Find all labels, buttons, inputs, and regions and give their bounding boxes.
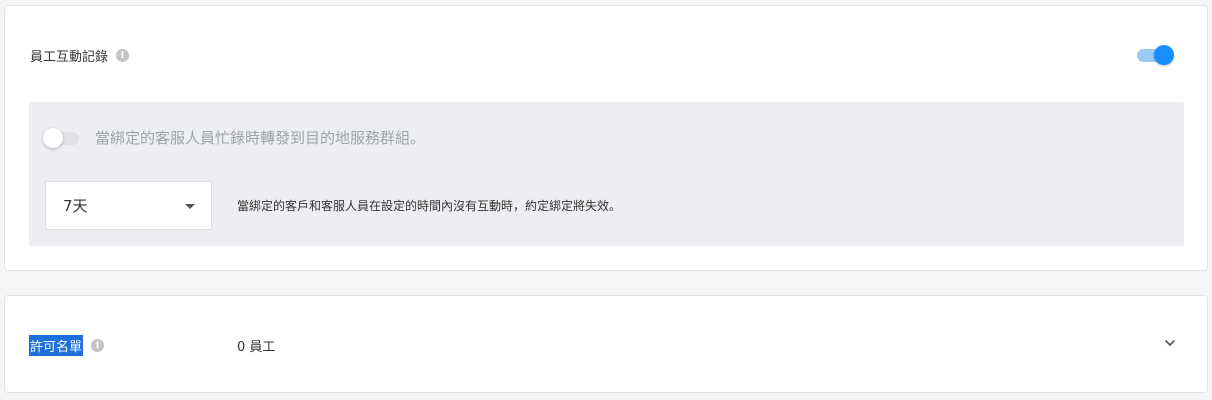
caret-down-icon — [185, 204, 195, 209]
allowlist-title: 許可名單 — [29, 335, 84, 356]
allowlist-card: 許可名單 i 0 員工 — [4, 295, 1208, 393]
busy-forward-label: 當綁定的客服人員忙錄時轉發到目的地服務群組。 — [95, 129, 426, 147]
interaction-record-card: 員工互動記錄 i 當綁定的客服人員忙錄時轉發到目的地服務群組。 7天 當綁定的客… — [4, 5, 1208, 271]
allowlist-count: 0 員工 — [237, 340, 276, 355]
interaction-record-toggle[interactable] — [1137, 45, 1175, 65]
info-icon[interactable]: i — [91, 339, 105, 352]
allowlist-header: 許可名單 i — [29, 335, 105, 356]
chevron-down-icon[interactable] — [1163, 336, 1177, 350]
toggle-knob — [43, 128, 63, 148]
interaction-settings-panel: 當綁定的客服人員忙錄時轉發到目的地服務群組。 7天 當綁定的客戶和客服人員在設定… — [29, 102, 1184, 246]
interaction-record-header: 員工互動記錄 i — [30, 46, 130, 65]
busy-forward-toggle[interactable] — [43, 128, 81, 148]
expiry-duration-select[interactable]: 7天 — [45, 181, 212, 230]
interaction-record-title: 員工互動記錄 — [30, 50, 109, 65]
info-icon[interactable]: i — [116, 49, 130, 62]
expiry-duration-value: 7天 — [63, 197, 88, 215]
toggle-knob — [1154, 45, 1174, 65]
expiry-description: 當綁定的客戶和客服人員在設定的時間內沒有互動時，約定綁定將失效。 — [237, 199, 622, 213]
